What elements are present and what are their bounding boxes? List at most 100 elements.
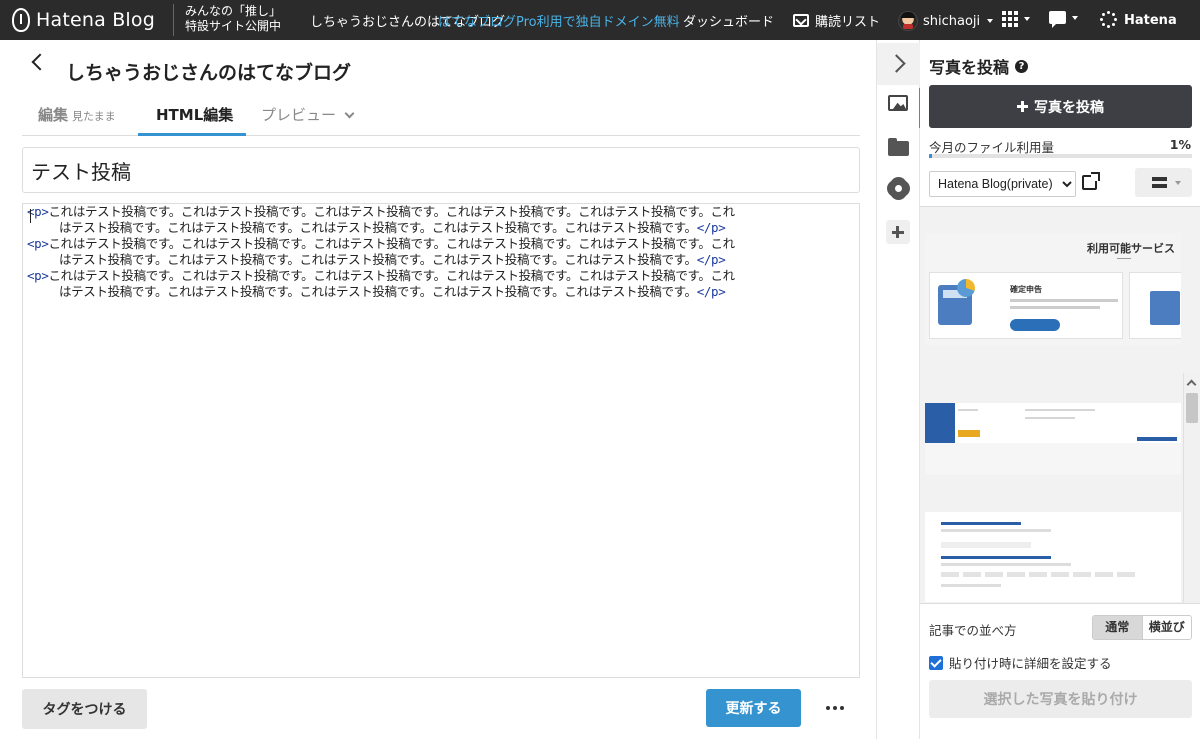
chevron-down-icon: [344, 108, 355, 119]
promo-banner[interactable]: みんなの「推し」 特設サイト公開中: [173, 4, 281, 36]
reading-list-link[interactable]: 購読リスト: [793, 11, 880, 30]
pro-promo-link[interactable]: はてなブログPro利用で独自ドメイン無料: [438, 11, 680, 30]
code-line: はテスト投稿です。これはテスト投稿です。これはテスト投稿です。これはテスト投稿で…: [59, 284, 726, 299]
logo-text: Hatena Blog: [36, 9, 155, 31]
thumbnail-bottom: [925, 443, 1181, 475]
thumbnail-chip: [985, 572, 1003, 577]
thumbnail-text-line: [941, 584, 1001, 587]
photo-panel: 写真を投稿 ? 写真を投稿 今月のファイル利用量 1% Hatena Blog(…: [920, 40, 1200, 739]
back-arrow-icon[interactable]: [31, 53, 49, 71]
text-cursor: [30, 209, 31, 223]
list-view-icon: [1152, 177, 1167, 188]
thumbnail-text-line: [1010, 299, 1118, 302]
photo-thumbnail[interactable]: 利用可能サービス 確定申告: [925, 233, 1181, 345]
promo-line-1: みんなの「推し」: [185, 4, 282, 18]
sidebar-item-photos[interactable]: [877, 84, 922, 128]
paste-detail-label: 貼り付け時に詳細を設定する: [949, 656, 1112, 671]
scroll-up-icon[interactable]: [1186, 379, 1197, 390]
thumbnail-button-shape: [1010, 319, 1060, 331]
thumbnail-text-line: [941, 529, 1051, 532]
global-header: Hatena Blog みんなの「推し」 特設サイト公開中 しちゃうおじさんのは…: [0, 0, 1200, 40]
grid-icon: [1002, 11, 1018, 27]
code-line: <p>これはテスト投稿です。これはテスト投稿です。これはテスト投稿です。これはテ…: [27, 236, 735, 251]
update-button[interactable]: 更新する: [706, 689, 801, 727]
page-title: しちゃうおじさんのはてなブログ: [66, 62, 352, 84]
thumbnail-text-line: [958, 409, 978, 411]
user-menu[interactable]: shichaoji: [898, 11, 994, 31]
help-icon[interactable]: ?: [1015, 59, 1029, 73]
tab-wysiwyg[interactable]: 編集 見たまま: [38, 104, 116, 125]
layout-segmented-control: 通常 横並び: [1092, 615, 1192, 640]
paste-selected-photo-button[interactable]: 選択した写真を貼り付け: [929, 680, 1192, 718]
thumbnail-heading-line: [941, 556, 1051, 559]
gallery-scrollbar[interactable]: [1183, 373, 1200, 603]
post-photo-button[interactable]: 写真を投稿: [929, 85, 1192, 128]
thumbnail-chip: [1095, 572, 1113, 577]
thumbnail-sidebar: [925, 403, 955, 443]
external-link-icon[interactable]: [1082, 172, 1100, 190]
layout-normal-button[interactable]: 通常: [1093, 616, 1142, 639]
plus-icon: [1017, 101, 1028, 112]
paste-detail-option[interactable]: 貼り付け時に詳細を設定する: [929, 653, 1112, 672]
code-line: <p>これはテスト投稿です。これはテスト投稿です。これはテスト投稿です。これはテ…: [27, 268, 735, 283]
add-tags-button[interactable]: タグをつける: [22, 689, 147, 729]
folder-icon: [888, 138, 909, 156]
layout-horizontal-button[interactable]: 横並び: [1141, 616, 1191, 639]
thumbnail-chip: [941, 572, 959, 577]
sidebar-item-add[interactable]: [877, 210, 920, 250]
chat-icon: [1049, 11, 1066, 28]
services-menu[interactable]: [1002, 11, 1030, 27]
photo-icon: [888, 95, 908, 111]
photo-thumbnail[interactable]: [925, 512, 1181, 602]
html-code-editor[interactable]: <p>これはテスト投稿です。これはテスト投稿です。これはテスト投稿です。これはテ…: [22, 203, 860, 678]
hatena-brand-link[interactable]: Hatena: [1100, 11, 1177, 29]
thumbnail-text-line: [1010, 306, 1100, 309]
post-title-input[interactable]: [22, 147, 860, 193]
thumbnail-heading-line: [941, 522, 1021, 525]
more-options-icon[interactable]: [826, 706, 844, 710]
photo-gallery: 利用可能サービス 確定申告: [920, 206, 1200, 604]
album-select[interactable]: Hatena Blog(private): [929, 171, 1076, 197]
hatena-brand-text: Hatena: [1124, 12, 1177, 28]
sort-label: 記事での並べ方: [929, 623, 1017, 638]
thumbnail-chip: [1007, 572, 1025, 577]
thumbnail-chip: [963, 572, 981, 577]
hatena-blog-logo[interactable]: Hatena Blog: [12, 6, 155, 34]
photo-thumbnail[interactable]: [925, 403, 1181, 475]
thumbnail-top: [925, 403, 1181, 443]
sidebar-item-settings[interactable]: [877, 168, 920, 208]
collapse-panel-button[interactable]: [877, 43, 920, 85]
tab-preview[interactable]: プレビュー: [261, 104, 355, 125]
thumbnail-text-line: [941, 563, 1071, 566]
thumbnail-card-name: 確定申告: [1010, 285, 1042, 294]
pie-illustration: [957, 279, 975, 297]
paste-detail-checkbox[interactable]: [929, 655, 943, 670]
sidebar-item-folder[interactable]: [877, 128, 920, 168]
tab-html-edit[interactable]: HTML編集: [156, 104, 233, 125]
thumbnail-heading: 利用可能サービス: [1087, 242, 1175, 255]
view-mode-toggle[interactable]: [1135, 168, 1192, 197]
thumbnail-card: 確定申告: [929, 272, 1123, 339]
panel-title: 写真を投稿 ?: [929, 54, 1029, 78]
thumbnail-input-shape: [941, 542, 1031, 548]
thumbnail-blue-bar: [1137, 437, 1177, 441]
thumbnail-chip: [1073, 572, 1091, 577]
thumbnail-chip: [1051, 572, 1069, 577]
document-illustration: [1150, 291, 1180, 325]
code-lines: <p>これはテスト投稿です。これはテスト投稿です。これはテスト投稿です。これはテ…: [27, 204, 855, 300]
code-line: <p>これはテスト投稿です。これはテスト投稿です。これはテスト投稿です。これはテ…: [27, 204, 735, 219]
post-photo-label: 写真を投稿: [1034, 99, 1104, 116]
notifications-menu[interactable]: [1049, 11, 1078, 28]
usage-percent: 1%: [1169, 137, 1191, 152]
usage-progress-fill: [929, 154, 932, 158]
dashboard-link[interactable]: ダッシュボード: [683, 11, 774, 30]
code-line: はテスト投稿です。これはテスト投稿です。これはテスト投稿です。これはテスト投稿で…: [59, 252, 726, 267]
thumbnail-yellow-button: [958, 430, 980, 437]
thumbnail-chip: [1117, 572, 1135, 577]
usage-progress-bar: [929, 154, 1192, 158]
username: shichaoji: [923, 13, 981, 29]
scrollbar-thumb[interactable]: [1186, 393, 1198, 423]
view-caret-icon: [1175, 181, 1181, 185]
thumbnail-text-line: [1025, 409, 1095, 411]
editor-tabs: 編集 見たまま HTML編集 プレビュー: [22, 96, 860, 136]
